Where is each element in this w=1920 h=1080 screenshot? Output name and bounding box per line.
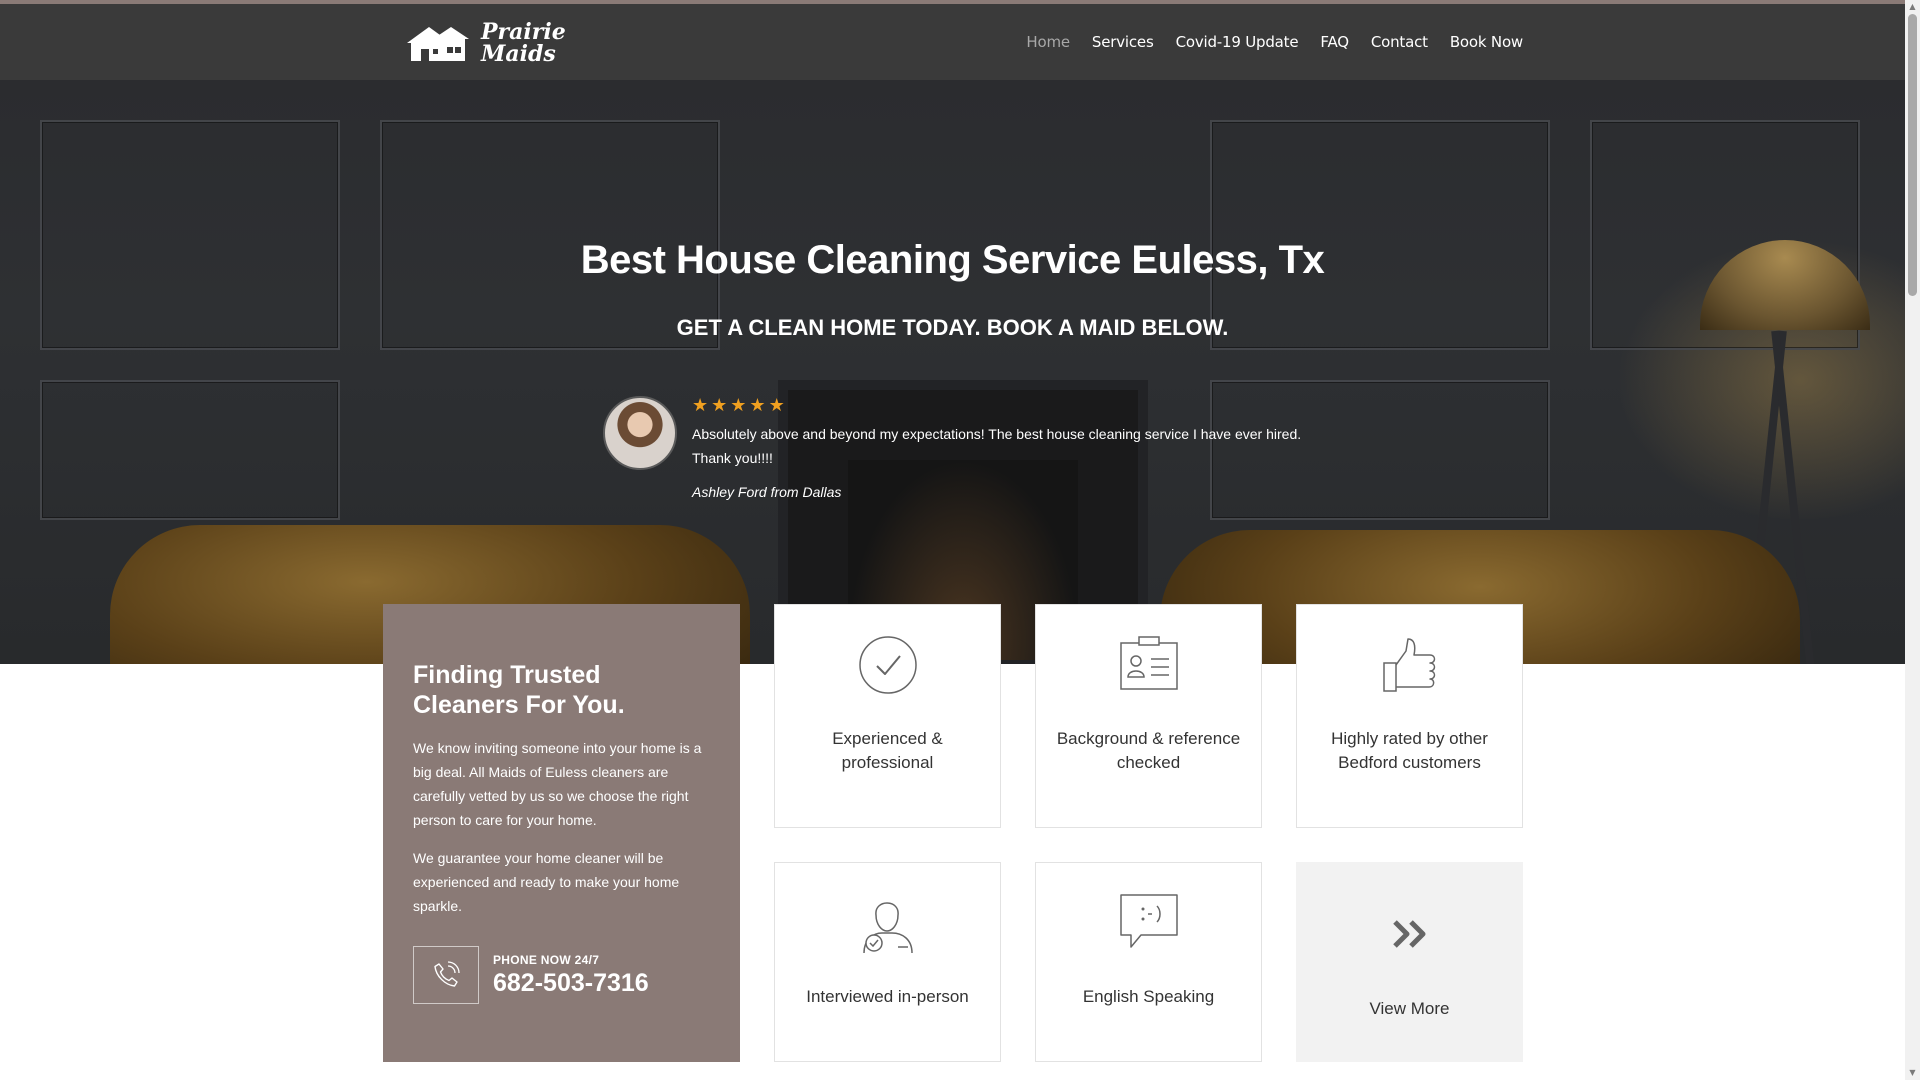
feature-highly-rated: Highly rated by other Bedford customers — [1296, 604, 1523, 828]
star-rating: ★ ★ ★ ★ ★ — [692, 396, 785, 416]
check-circle-icon — [775, 635, 1000, 695]
star-icon: ★ — [749, 395, 766, 416]
hero-subtitle: GET A CLEAN HOME TODAY. BOOK A MAID BELO… — [676, 315, 1229, 340]
nav-services[interactable]: Services — [1092, 33, 1154, 51]
scrollbar-thumb[interactable] — [1908, 14, 1917, 296]
feature-background-checked: Background & reference checked — [1035, 604, 1262, 828]
feature-english-speaking: English Speaking — [1035, 862, 1262, 1062]
speech-bubble-icon — [1036, 893, 1261, 953]
feature-interviewed: Interviewed in-person — [774, 862, 1001, 1062]
nav-book-now[interactable]: Book Now — [1450, 33, 1523, 51]
feature-label: Interviewed in-person — [806, 987, 969, 1006]
view-more-label: View More — [1369, 999, 1450, 1018]
star-icon: ★ — [768, 395, 785, 416]
feature-label: English Speaking — [1082, 987, 1215, 1006]
testimonial-quote: Absolutely above and beyond my expectati… — [692, 426, 1302, 466]
logo-line-2: Maids — [481, 41, 556, 67]
trusted-cleaners-card: Finding Trusted Cleaners For You. We kno… — [383, 604, 740, 1062]
feature-label: Highly rated by other Bedford customers — [1331, 729, 1488, 772]
testimonial-author: Ashley Ford from Dallas — [692, 484, 842, 500]
main-nav: Home Services Covid-19 Update FAQ Contac… — [1026, 4, 1523, 80]
id-card-icon — [1036, 635, 1261, 695]
phone-cta[interactable]: PHONE NOW 24/7 682-503-7316 — [413, 946, 649, 1004]
logo-line-1: Prairie — [481, 19, 566, 45]
double-chevron-right-icon — [1297, 919, 1522, 979]
star-icon: ★ — [730, 395, 747, 416]
nav-covid-update[interactable]: Covid-19 Update — [1176, 33, 1299, 51]
page-scrollbar[interactable]: ▲ ▼ — [1905, 0, 1920, 1080]
scroll-up-icon[interactable]: ▲ — [1905, 0, 1920, 14]
info-paragraph-2: We guarantee your home cleaner will be e… — [413, 850, 680, 914]
info-title: Finding Trusted Cleaners For You. — [413, 661, 625, 719]
hero-section: Best House Cleaning Service Euless, Tx G… — [0, 80, 1905, 664]
house-logo-icon — [407, 27, 469, 61]
scroll-down-icon[interactable]: ▼ — [1905, 1066, 1920, 1080]
star-icon: ★ — [711, 395, 728, 416]
site-header: Prairie Maids Home Services Covid-19 Upd… — [0, 4, 1905, 80]
feature-label: Experienced & professional — [832, 729, 943, 772]
thumbs-up-icon — [1297, 635, 1522, 695]
info-paragraph-1: We know inviting someone into your home … — [413, 740, 702, 828]
phone-number-link[interactable]: 682-503-7316 — [493, 969, 649, 998]
feature-label: Background & reference checked — [1056, 729, 1241, 772]
avatar — [603, 396, 677, 470]
nav-faq[interactable]: FAQ — [1320, 33, 1349, 51]
nav-home[interactable]: Home — [1026, 33, 1070, 51]
phone-label: PHONE NOW 24/7 — [493, 952, 600, 967]
site-logo[interactable]: Prairie Maids — [403, 20, 566, 66]
view-more-button[interactable]: View More — [1296, 862, 1523, 1062]
wall-panel — [40, 380, 340, 520]
hero-title: Best House Cleaning Service Euless, Tx — [580, 238, 1325, 282]
logo-wordmark: Prairie Maids — [481, 21, 566, 65]
nav-contact[interactable]: Contact — [1371, 33, 1428, 51]
phone-icon — [413, 946, 479, 1004]
feature-experienced: Experienced & professional — [774, 604, 1001, 828]
star-icon: ★ — [692, 395, 709, 416]
person-check-icon — [775, 893, 1000, 954]
